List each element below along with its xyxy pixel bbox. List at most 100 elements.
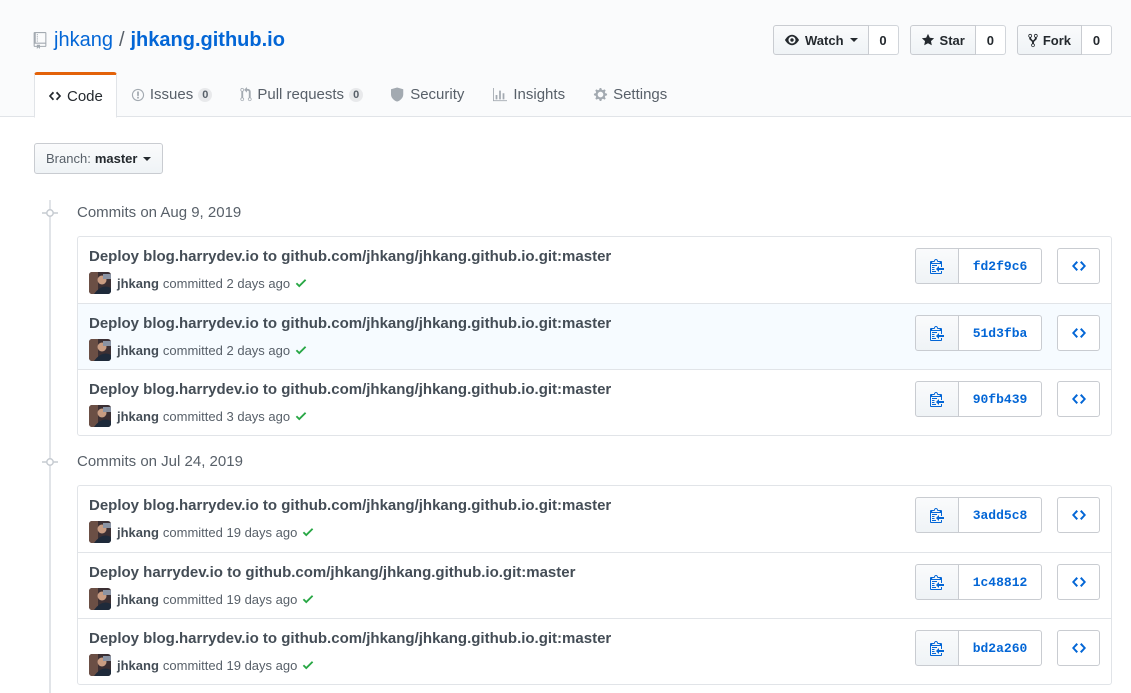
tab-code[interactable]: Code — [34, 72, 117, 118]
commit-message-link[interactable]: Deploy blog.harrydev.io to github.com/jh… — [89, 497, 611, 514]
commit-sha-link[interactable]: 51d3fba — [959, 315, 1042, 351]
commit-author-link[interactable]: jhkang — [117, 592, 159, 607]
check-icon[interactable] — [302, 525, 314, 539]
tab-settings-label: Settings — [613, 86, 668, 103]
browse-repo-at-commit-button[interactable] — [1057, 315, 1100, 351]
avatar[interactable] — [89, 339, 111, 361]
clipboard-icon — [930, 507, 944, 523]
avatar[interactable] — [89, 521, 111, 543]
commit-author-link[interactable]: jhkang — [117, 658, 159, 673]
tab-security-label: Security — [410, 86, 465, 103]
commit-list: Deploy blog.harrydev.io to github.com/jh… — [77, 485, 1112, 685]
browse-repo-at-commit-button[interactable] — [1057, 564, 1100, 600]
commit-meta: jhkang committed 19 days ago — [89, 654, 314, 676]
commit-timeline-line — [49, 200, 51, 693]
commit-sha-group: 3add5c8 — [915, 497, 1042, 533]
commit-sha-group: fd2f9c6 — [915, 248, 1042, 284]
commit-row: Deploy blog.harrydev.io to github.com/jh… — [78, 237, 1111, 303]
star-button[interactable]: Star — [909, 25, 976, 55]
repo-actions: Watch 0 Star 0 Fork 0 — [762, 25, 1112, 55]
avatar[interactable] — [89, 405, 111, 427]
eye-icon — [784, 33, 800, 47]
commit-verb: committed — [162, 275, 223, 291]
commit-row: Deploy blog.harrydev.io to github.com/jh… — [78, 369, 1111, 435]
code-icon — [1071, 391, 1087, 407]
watch-button[interactable]: Watch — [773, 25, 869, 55]
repo-name-link[interactable]: jhkang.github.io — [131, 29, 285, 52]
browse-repo-at-commit-button[interactable] — [1057, 497, 1100, 533]
branch-select-button[interactable]: Branch: master — [34, 143, 163, 174]
commit-meta: jhkang committed 19 days ago — [89, 521, 314, 543]
star-count[interactable]: 0 — [975, 25, 1006, 55]
commit-verb: committed — [162, 591, 223, 607]
copy-sha-button[interactable] — [915, 381, 959, 417]
tab-security[interactable]: Security — [377, 72, 478, 117]
watch-label: Watch — [805, 32, 844, 48]
star-group: Star 0 — [909, 25, 1006, 55]
commit-message-link[interactable]: Deploy blog.harrydev.io to github.com/jh… — [89, 381, 611, 398]
commit-sha-group: 51d3fba — [915, 315, 1042, 351]
clipboard-icon — [930, 574, 944, 590]
branch-prefix: Branch: — [46, 151, 91, 166]
copy-sha-button[interactable] — [915, 315, 959, 351]
commit-time: 2 days ago — [226, 342, 291, 358]
commit-message-link[interactable]: Deploy blog.harrydev.io to github.com/jh… — [89, 630, 611, 647]
avatar[interactable] — [89, 272, 111, 294]
commit-author-link[interactable]: jhkang — [117, 525, 159, 540]
clipboard-icon — [930, 258, 944, 274]
check-icon[interactable] — [302, 658, 314, 672]
tab-settings[interactable]: Settings — [579, 72, 681, 117]
repo-owner-link[interactable]: jhkang — [54, 29, 113, 52]
repo-header: jhkang / jhkang.github.io Watch 0 Star 0 — [0, 0, 1131, 118]
commit-sha-link[interactable]: bd2a260 — [959, 630, 1042, 666]
commit-message-link[interactable]: Deploy blog.harrydev.io to github.com/jh… — [89, 248, 611, 265]
tab-issues[interactable]: Issues 0 — [117, 72, 226, 117]
commit-time: 19 days ago — [226, 524, 298, 540]
commit-sha-link[interactable]: fd2f9c6 — [959, 248, 1042, 284]
star-label: Star — [939, 32, 965, 48]
commit-dot-icon — [42, 208, 58, 218]
commit-message-link[interactable]: Deploy blog.harrydev.io to github.com/jh… — [89, 315, 611, 332]
watch-group: Watch 0 — [773, 25, 899, 55]
check-icon[interactable] — [295, 409, 307, 423]
pull-request-icon — [240, 87, 252, 102]
watch-count[interactable]: 0 — [868, 25, 899, 55]
commit-author-link[interactable]: jhkang — [117, 343, 159, 358]
copy-sha-button[interactable] — [915, 630, 959, 666]
chevron-down-icon — [143, 156, 152, 161]
copy-sha-button[interactable] — [915, 564, 959, 600]
commit-sha-link[interactable]: 90fb439 — [959, 381, 1042, 417]
browse-repo-at-commit-button[interactable] — [1057, 381, 1100, 417]
avatar[interactable] — [89, 588, 111, 610]
tab-code-label: Code — [67, 87, 103, 105]
commit-sha-group: 90fb439 — [915, 381, 1042, 417]
commit-verb: committed — [162, 408, 223, 424]
commit-message-link[interactable]: Deploy harrydev.io to github.com/jhkang/… — [89, 564, 575, 581]
code-icon — [1071, 325, 1087, 341]
commit-author-link[interactable]: jhkang — [117, 276, 159, 291]
commit-sha-group: bd2a260 — [915, 630, 1042, 666]
check-icon[interactable] — [302, 592, 314, 606]
browse-repo-at-commit-button[interactable] — [1057, 630, 1100, 666]
fork-icon — [1028, 33, 1038, 48]
commit-sha-link[interactable]: 1c48812 — [959, 564, 1042, 600]
branch-name: master — [94, 151, 138, 166]
copy-sha-button[interactable] — [915, 248, 959, 284]
commit-author-link[interactable]: jhkang — [117, 409, 159, 424]
gear-icon — [593, 87, 608, 102]
code-icon — [1071, 640, 1087, 656]
fork-count[interactable]: 0 — [1082, 25, 1112, 55]
repo-nav-tabs: Code Issues 0 Pull requests 0 Security I… — [34, 72, 681, 118]
commit-group-header: Commits on Aug 9, 2019 — [42, 204, 241, 221]
fork-button[interactable]: Fork — [1016, 25, 1082, 55]
tab-issues-label: Issues — [149, 86, 194, 103]
check-icon[interactable] — [295, 276, 307, 290]
copy-sha-button[interactable] — [915, 497, 959, 533]
tab-pull-requests[interactable]: Pull requests 0 — [226, 72, 377, 117]
tab-insights[interactable]: Insights — [478, 72, 579, 117]
avatar[interactable] — [89, 654, 111, 676]
commit-sha-link[interactable]: 3add5c8 — [959, 497, 1042, 533]
check-icon[interactable] — [295, 343, 307, 357]
commit-time: 3 days ago — [226, 408, 291, 424]
browse-repo-at-commit-button[interactable] — [1057, 248, 1100, 284]
